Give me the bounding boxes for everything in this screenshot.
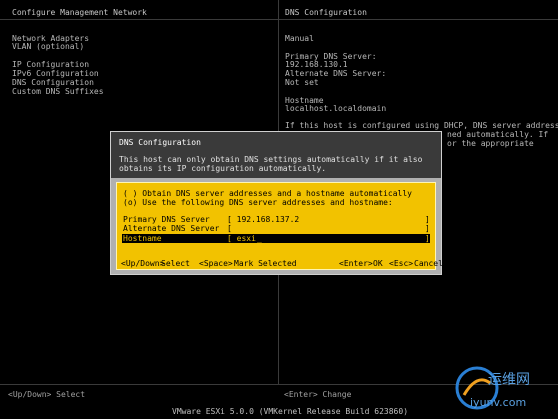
option-use-following[interactable]: (o) Use the following DNS server address… bbox=[123, 198, 393, 207]
primary-dns-field-end: ] bbox=[425, 215, 430, 224]
dns-mode: Manual bbox=[285, 34, 314, 43]
version-status-bar: VMware ESXi 5.0.0 (VMKernel Release Buil… bbox=[172, 407, 409, 416]
dialog-header: DNS Configuration This host can only obt… bbox=[111, 132, 441, 178]
info-text-line2: ned automatically. If bbox=[447, 130, 549, 139]
footer-text-select: Select bbox=[161, 259, 190, 268]
alternate-dns-value: Not set bbox=[285, 78, 319, 87]
watermark-cn: 运维网 bbox=[488, 372, 530, 388]
dns-configuration-dialog: DNS Configuration This host can only obt… bbox=[110, 131, 443, 275]
footer-text-ok: OK bbox=[373, 259, 383, 268]
footer-text-cancel: Cancel bbox=[414, 259, 443, 268]
hostname-row-selected[interactable]: Hostname [ esxi _ ] bbox=[122, 234, 430, 243]
dialog-title: DNS Configuration bbox=[119, 138, 201, 147]
menu-item-dns-configuration[interactable]: DNS Configuration bbox=[12, 78, 94, 87]
menu-item-vlan[interactable]: VLAN (optional) bbox=[12, 42, 84, 51]
hostname-field[interactable]: [ esxi bbox=[227, 234, 256, 243]
left-panel-title: Configure Management Network bbox=[12, 8, 147, 17]
primary-dns-field[interactable]: [ 192.168.137.2 bbox=[227, 215, 299, 224]
alternate-dns-field-end: ] bbox=[425, 224, 430, 233]
menu-item-custom-dns-suffixes[interactable]: Custom DNS Suffixes bbox=[12, 87, 104, 96]
alternate-dns-field[interactable]: [ bbox=[227, 224, 232, 233]
dialog-hostname-label: Hostname bbox=[123, 234, 162, 243]
text-cursor: _ bbox=[257, 234, 262, 243]
primary-dns-value: 192.168.130.1 bbox=[285, 60, 348, 69]
dialog-body: ( ) Obtain DNS server addresses and a ho… bbox=[116, 182, 443, 270]
footer-key-esc[interactable]: <Esc> bbox=[389, 259, 413, 268]
alternate-dns-label: Alternate DNS Server: bbox=[285, 69, 387, 78]
info-text-line3: or the appropriate bbox=[447, 139, 534, 148]
watermark-url: iyunv.com bbox=[470, 396, 527, 409]
dialog-primary-dns-label: Primary DNS Server bbox=[123, 215, 210, 224]
footer-text-mark-selected: Mark Selected bbox=[234, 259, 297, 268]
right-panel-title: DNS Configuration bbox=[285, 8, 367, 17]
info-text-line1: If this host is configured using DHCP, D… bbox=[285, 121, 558, 130]
right-hint: <Enter> Change bbox=[284, 390, 352, 399]
left-hint: <Up/Down> Select bbox=[8, 390, 86, 399]
hostname-value: localhost.localdomain bbox=[285, 104, 387, 113]
menu-item-ip-configuration[interactable]: IP Configuration bbox=[12, 60, 89, 69]
option-obtain-automatically[interactable]: ( ) Obtain DNS server addresses and a ho… bbox=[123, 189, 412, 198]
footer-key-space[interactable]: <Space> bbox=[199, 259, 233, 268]
footer-key-updown[interactable]: <Up/Down> bbox=[121, 259, 164, 268]
menu-item-ipv6-configuration[interactable]: IPv6 Configuration bbox=[12, 69, 99, 78]
dialog-message: This host can only obtain DNS settings a… bbox=[119, 155, 423, 173]
dialog-alternate-dns-label: Alternate DNS Server bbox=[123, 224, 220, 233]
footer-key-enter[interactable]: <Enter> bbox=[339, 259, 373, 268]
hostname-field-end: ] bbox=[425, 234, 430, 243]
